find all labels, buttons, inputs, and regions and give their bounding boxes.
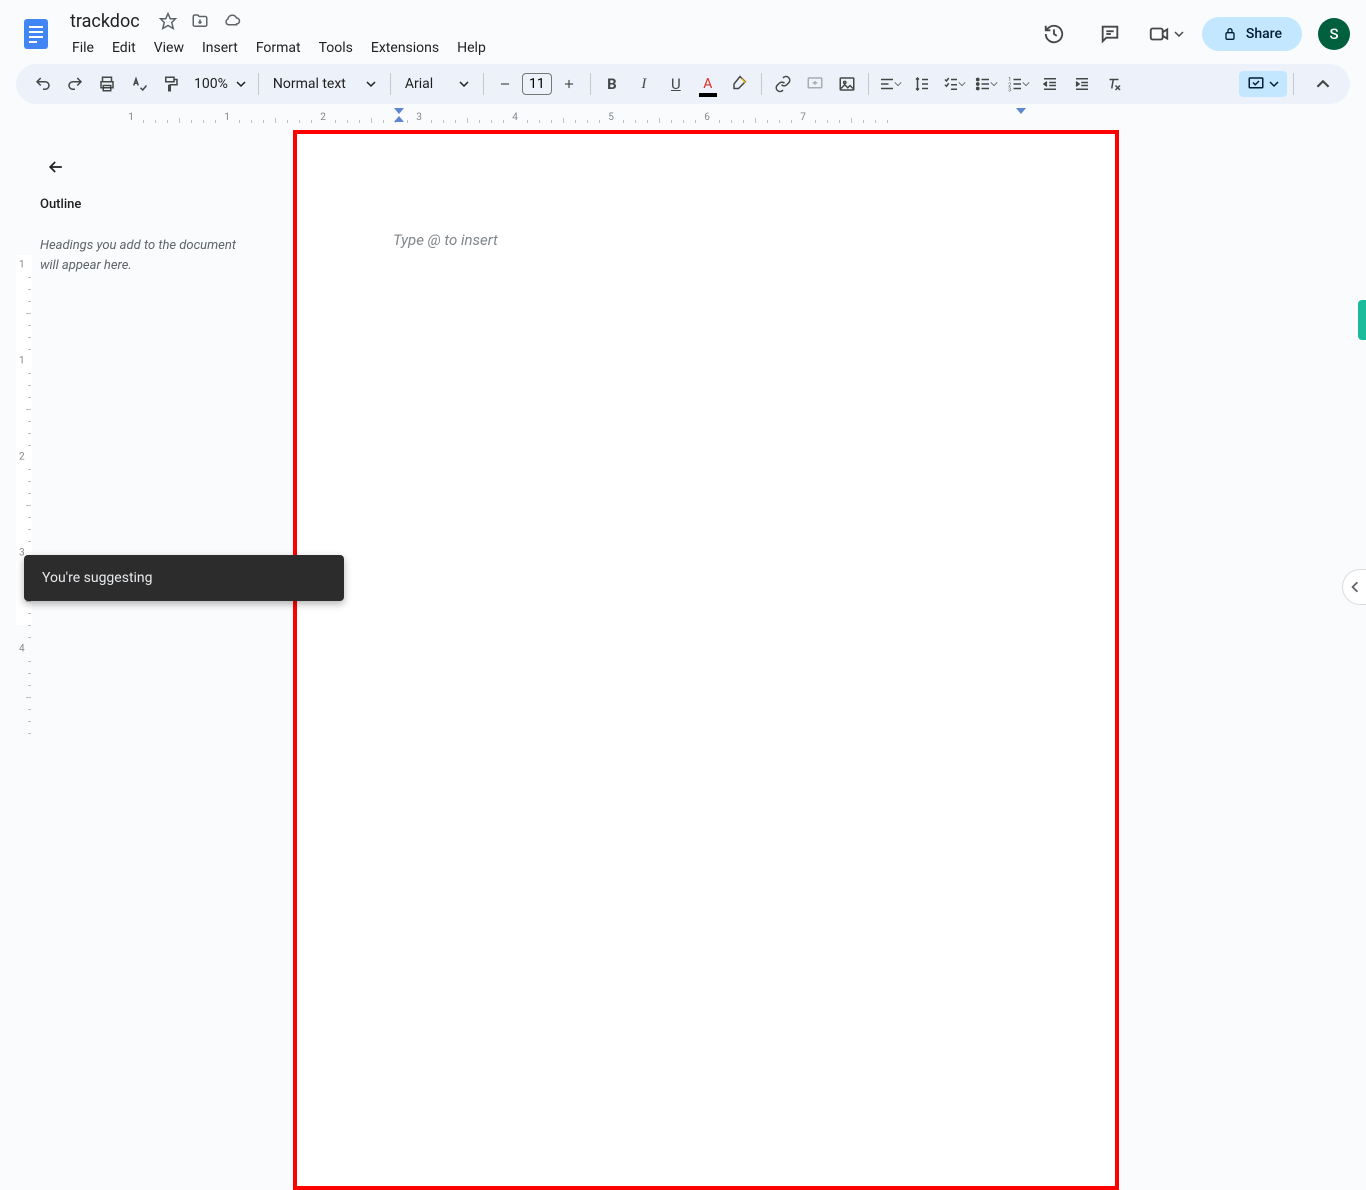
increase-indent-icon[interactable] (1067, 69, 1097, 99)
placeholder-text: Type @ to insert (393, 231, 498, 249)
document-page[interactable]: Type @ to insert (293, 130, 1119, 1190)
editing-mode-button[interactable] (1239, 71, 1287, 97)
insert-image-icon[interactable] (832, 69, 862, 99)
menu-help[interactable]: Help (449, 36, 494, 60)
redo-icon[interactable] (60, 69, 90, 99)
font-size-input[interactable] (522, 73, 552, 95)
paint-format-icon[interactable] (156, 69, 186, 99)
share-button[interactable]: Share (1202, 17, 1302, 51)
separator (258, 73, 259, 95)
separator (761, 73, 762, 95)
zoom-select[interactable]: 100% (188, 76, 252, 92)
numbered-list-icon[interactable]: 123 (1003, 69, 1033, 99)
toast-notification: You're suggesting (24, 555, 344, 601)
title-area: trackdoc File Edit View Insert Format To… (64, 9, 1034, 60)
toast-message: You're suggesting (42, 570, 153, 586)
add-comment-icon[interactable] (800, 69, 830, 99)
separator (590, 73, 591, 95)
right-indent-marker[interactable] (1016, 108, 1026, 114)
menu-file[interactable]: File (64, 36, 102, 60)
outline-sidebar: Outline Headings you add to the document… (16, 135, 281, 291)
menu-tools[interactable]: Tools (311, 36, 361, 60)
move-icon[interactable] (190, 11, 210, 31)
decrease-indent-icon[interactable] (1035, 69, 1065, 99)
separator (868, 73, 869, 95)
text-color-icon[interactable]: A (693, 69, 723, 99)
font-value: Arial (405, 76, 433, 92)
menu-extensions[interactable]: Extensions (363, 36, 447, 60)
menu-format[interactable]: Format (248, 36, 309, 60)
share-label: Share (1246, 26, 1282, 42)
header: trackdoc File Edit View Insert Format To… (0, 0, 1366, 60)
checklist-icon[interactable] (939, 69, 969, 99)
content-area: 11234 Outline Headings you add to the do… (16, 125, 1350, 625)
spellcheck-icon[interactable] (124, 69, 154, 99)
cloud-icon[interactable] (222, 11, 242, 31)
zoom-value: 100% (194, 76, 228, 92)
italic-icon[interactable]: I (629, 69, 659, 99)
print-icon[interactable] (92, 69, 122, 99)
close-outline-icon[interactable] (40, 151, 72, 183)
decrease-font-icon[interactable] (490, 69, 520, 99)
doc-title[interactable]: trackdoc (64, 9, 146, 34)
menu-edit[interactable]: Edit (104, 36, 144, 60)
increase-font-icon[interactable] (554, 69, 584, 99)
font-select[interactable]: Arial (397, 76, 477, 92)
toolbar: 100% Normal text Arial B I U A 123 (16, 64, 1350, 104)
svg-text:3: 3 (1008, 88, 1011, 94)
style-value: Normal text (273, 76, 346, 92)
clear-formatting-icon[interactable] (1099, 69, 1129, 99)
meet-button[interactable] (1146, 14, 1186, 54)
star-icon[interactable] (158, 11, 178, 31)
outline-hint: Headings you add to the document will ap… (40, 236, 257, 275)
header-actions: Share S (1034, 14, 1350, 54)
outline-title: Outline (40, 197, 257, 212)
separator (390, 73, 391, 95)
separator (483, 73, 484, 95)
avatar[interactable]: S (1318, 18, 1350, 50)
paragraph-style-select[interactable]: Normal text (265, 76, 384, 92)
history-icon[interactable] (1034, 14, 1074, 54)
link-icon[interactable] (768, 69, 798, 99)
underline-icon[interactable]: U (661, 69, 691, 99)
bold-icon[interactable]: B (597, 69, 627, 99)
menu-bar: File Edit View Insert Format Tools Exten… (64, 36, 1034, 60)
separator (1293, 73, 1294, 95)
align-icon[interactable] (875, 69, 905, 99)
comments-icon[interactable] (1090, 14, 1130, 54)
menu-insert[interactable]: Insert (194, 36, 246, 60)
horizontal-ruler[interactable]: 11234567 (16, 108, 1350, 124)
explore-tab[interactable] (1358, 300, 1366, 340)
left-indent-marker[interactable] (394, 108, 404, 122)
bullet-list-icon[interactable] (971, 69, 1001, 99)
menu-view[interactable]: View (146, 36, 192, 60)
line-spacing-icon[interactable] (907, 69, 937, 99)
undo-icon[interactable] (28, 69, 58, 99)
highlight-icon[interactable] (725, 69, 755, 99)
collapse-toolbar-icon[interactable] (1308, 69, 1338, 99)
docs-logo[interactable] (16, 14, 56, 54)
font-size-control (490, 69, 584, 99)
page-container: Type @ to insert (293, 130, 1125, 625)
